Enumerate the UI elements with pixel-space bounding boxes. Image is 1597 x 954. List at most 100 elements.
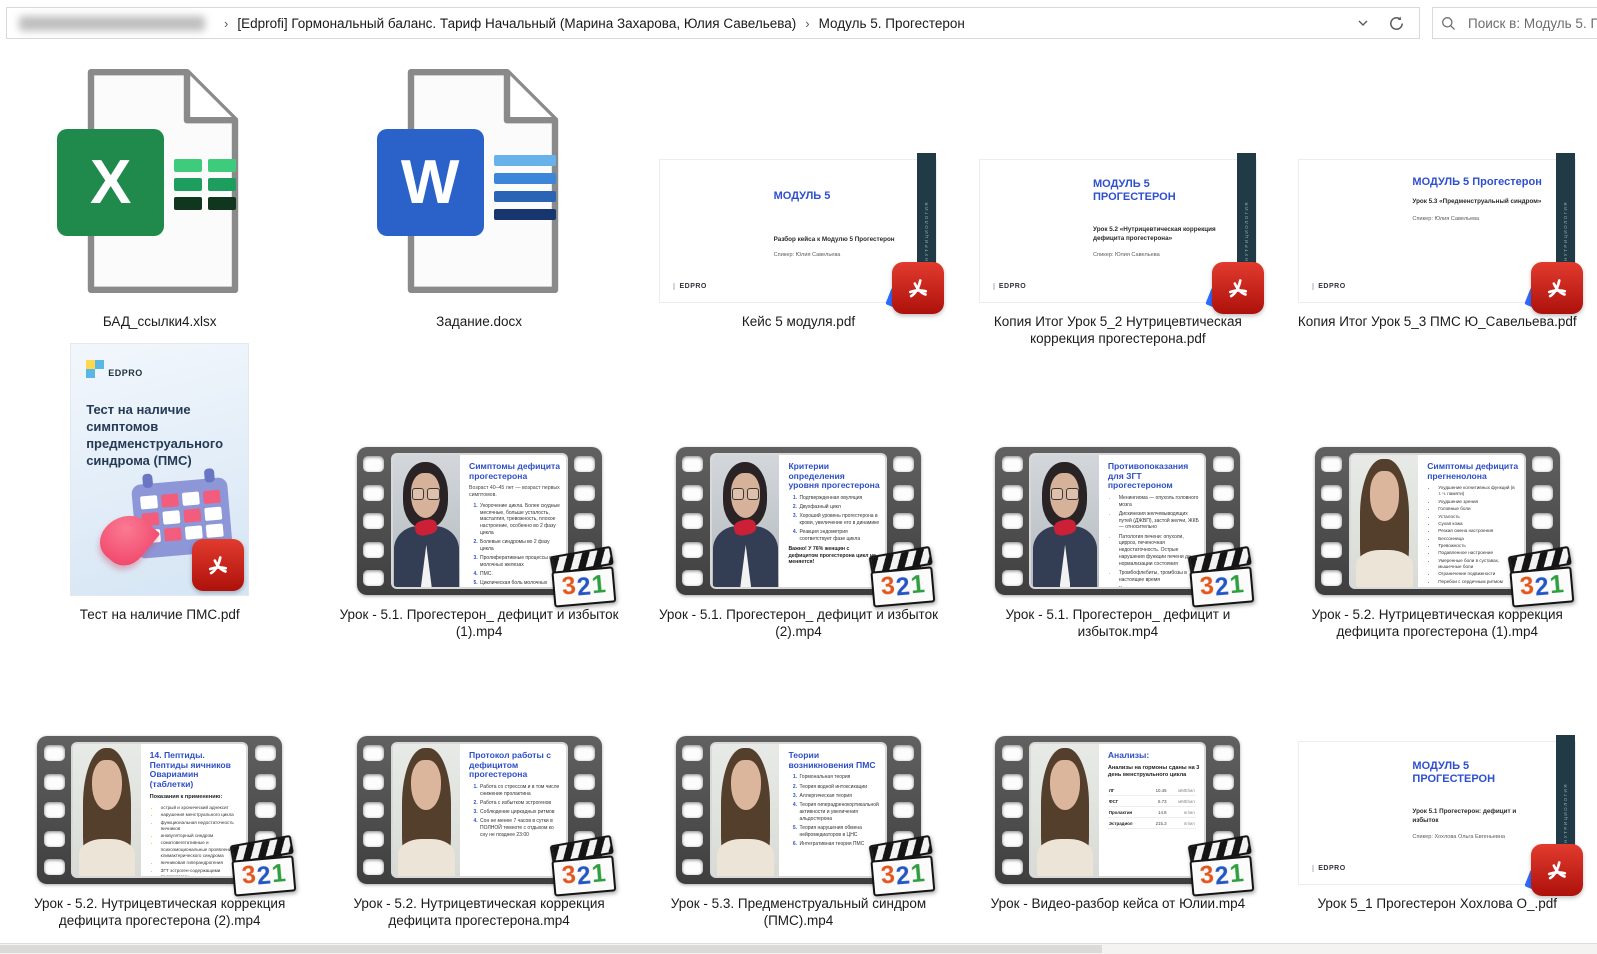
file-name[interactable]: Урок - 5.2. Нутрицевтическая коррекция д… [14, 895, 306, 930]
file-item-docx: W Задание.docx [319, 40, 638, 348]
file-item-pdf: EDPRO Тест на наличие симптомов предменс… [0, 342, 319, 641]
presenter-video-frame [1031, 455, 1098, 587]
file-name[interactable]: Урок - 5.1. Прогестерон_ дефицит и избыт… [652, 606, 944, 641]
address-bar[interactable]: [Edprofi] Гормональный баланс. Тариф Нач… [6, 7, 1420, 39]
file-item-video: Симптомы дефицитапрогестерона Возраст 40… [319, 342, 638, 641]
file-item-video: Протокол работы сдефицитом прогестерона … [319, 732, 638, 930]
film-holes-left [995, 447, 1029, 595]
slide-area: Симптомы дефицитапрогестерона Возраст 40… [460, 455, 566, 587]
slide-area: Протокол работы сдефицитом прогестерона … [460, 744, 566, 876]
breadcrumb-root-redacted[interactable] [19, 16, 205, 31]
refresh-icon[interactable] [1388, 15, 1405, 32]
cover-title: Тест на наличие симптомов предменструаль… [86, 402, 234, 470]
video-thumbnail[interactable]: Анализы: Анализы на гормоны сданы на 3 д… [995, 736, 1240, 884]
film-holes-left [676, 736, 710, 884]
slide-title: МОДУЛЬ 5 [774, 190, 831, 203]
word-file-icon[interactable]: W [377, 67, 582, 302]
file-name[interactable]: БАД_ссылки4.xlsx [103, 313, 217, 330]
file-name[interactable]: Задание.docx [436, 313, 522, 330]
film-holes-left [37, 736, 71, 884]
presenter-video-frame [393, 744, 460, 876]
file-item-video: Симптомы дефицитапрегненолона Ухудшение … [1278, 342, 1597, 641]
word-lines-glyph [494, 155, 556, 220]
film-holes-left [357, 447, 391, 595]
word-logo: W [377, 129, 484, 236]
pdf-badge-icon [892, 262, 944, 314]
slide-subtitle: Урок 5.1 Прогестерон: дефицит и избыток [1412, 808, 1542, 826]
file-item-video: Теории возникновения ПМС Гормональная те… [639, 732, 958, 930]
file-name[interactable]: Урок - 5.2. Нутрицевтическая коррекция д… [1291, 606, 1583, 641]
file-name[interactable]: Тест на наличие ПМС.pdf [80, 606, 240, 623]
presenter-video-frame [1351, 455, 1418, 587]
slide-subtitle: Урок 5.2 «Нутрицевтическая коррекция деф… [1093, 226, 1223, 244]
file-name[interactable]: Урок - 5.1. Прогестерон_ дефицит и избыт… [972, 606, 1264, 641]
film-holes-left [357, 736, 391, 884]
slide-title: МОДУЛЬ 5 Прогестерон [1412, 176, 1541, 189]
slide-speaker: Спикер: Юлия Савельева [1093, 252, 1160, 258]
video-thumbnail[interactable]: Теории возникновения ПМС Гормональная те… [676, 736, 921, 884]
pdf-thumbnail[interactable]: МОДУЛЬ 5 Прогестерон Урок 5.3 «Предменст… [1299, 160, 1575, 302]
slide-subtitle: Разбор кейса к Модулю 5 Прогестерон [774, 236, 904, 245]
file-name[interactable]: Урок - 5.2. Нутрицевтическая коррекция д… [333, 895, 625, 930]
file-name[interactable]: Кейс 5 модуля.pdf [742, 313, 855, 330]
slide-speaker: Спикер: Юлия Савельева [774, 252, 841, 258]
file-name[interactable]: Урок - Видео-разбор кейса от Юлии.mp4 [991, 895, 1246, 912]
file-name[interactable]: Урок - 5.1. Прогестерон_ дефицит и избыт… [333, 606, 625, 641]
video-thumbnail[interactable]: Протокол работы сдефицитом прогестерона … [357, 736, 602, 884]
pdf-thumbnail[interactable]: МОДУЛЬ 5ПРОГЕСТЕРОН Урок 5.2 «Нутрицевти… [980, 160, 1256, 302]
file-name[interactable]: Копия Итог Урок 5_3 ПМС Ю_Савельева.pdf [1298, 313, 1577, 330]
file-item-pdf: МОДУЛЬ 5 Прогестерон Урок 5.3 «Предменст… [1278, 40, 1597, 348]
file-item-pdf: МОДУЛЬ 5 Разбор кейса к Модулю 5 Прогест… [639, 40, 958, 348]
breadcrumb-course-folder[interactable]: [Edprofi] Гормональный баланс. Тариф Нач… [237, 16, 796, 31]
presenter-video-frame [1031, 744, 1098, 876]
media-player-classic-icon: 321 [1188, 546, 1255, 607]
film-holes-left [1315, 447, 1349, 595]
file-item-video: Анализы: Анализы на гормоны сданы на 3 д… [958, 732, 1277, 930]
excel-logo: X [57, 129, 164, 236]
file-name[interactable]: Урок 5_1 Прогестерон Хохлова О_.pdf [1317, 895, 1557, 912]
pdf-thumbnail[interactable]: EDPRO Тест на наличие симптомов предменс… [71, 344, 248, 595]
slide-area: Симптомы дефицитапрегненолона Ухудшение … [1418, 455, 1524, 587]
breadcrumb-separator-icon [805, 16, 809, 31]
edpro-logo: EDPRO [993, 283, 1026, 290]
breadcrumb-separator-icon [224, 16, 228, 31]
video-thumbnail[interactable]: 14. Пептиды.Пептиды яичников Овариамин(т… [37, 736, 282, 884]
analysis-table: ЛГ10.45мМЕ/млФСГ6.73мМЕ/млПролактин14.8н… [1108, 785, 1196, 829]
video-thumbnail[interactable]: Противопоказания для ЗГТпрогестероном Ме… [995, 447, 1240, 595]
video-thumbnail[interactable]: Критерии определенияуровня прогестерона … [676, 447, 921, 595]
presenter-video-frame [712, 455, 779, 587]
pdf-thumbnail[interactable]: МОДУЛЬ 5ПРОГЕСТЕРОН Урок 5.1 Прогестерон… [1299, 742, 1575, 884]
file-item-xlsx: X БАД_ссылки4.xlsx [0, 40, 319, 348]
slide-speaker: Спикер: Хохлова Ольга Евгеньевна [1412, 834, 1505, 840]
edpro-logo: EDPRO [673, 283, 706, 290]
slide-speaker: Спикер: Юлия Савельева [1412, 216, 1479, 222]
film-holes-left [676, 447, 710, 595]
media-player-classic-icon: 321 [549, 835, 616, 896]
video-thumbnail[interactable]: Симптомы дефицитапрогестерона Возраст 40… [357, 447, 602, 595]
excel-file-icon[interactable]: X [57, 67, 262, 302]
media-player-classic-icon: 321 [549, 546, 616, 607]
file-item-pdf: МОДУЛЬ 5ПРОГЕСТЕРОН Урок 5.1 Прогестерон… [1278, 732, 1597, 930]
media-player-classic-icon: 321 [869, 546, 936, 607]
edpro-logo: EDPRO [1312, 865, 1345, 872]
slide-title: МОДУЛЬ 5ПРОГЕСТЕРОН [1093, 178, 1176, 203]
slide-title: МОДУЛЬ 5ПРОГЕСТЕРОН [1412, 760, 1495, 785]
film-holes-left [995, 736, 1029, 884]
horizontal-scrollbar-thumb[interactable] [0, 945, 1102, 953]
pdf-badge-icon [1531, 844, 1583, 896]
search-icon [1441, 16, 1456, 31]
file-item-video: Противопоказания для ЗГТпрогестероном Ме… [958, 342, 1277, 641]
search-box[interactable] [1432, 7, 1597, 39]
edpro-logo: EDPRO [86, 360, 143, 378]
video-thumbnail[interactable]: Симптомы дефицитапрегненолона Ухудшение … [1315, 447, 1560, 595]
breadcrumb-current-folder[interactable]: Модуль 5. Прогестерон [819, 16, 965, 31]
horizontal-scrollbar[interactable] [0, 943, 1597, 954]
excel-sheet-glyph [174, 159, 236, 210]
address-dropdown-chevron-icon[interactable] [1356, 16, 1370, 30]
file-name[interactable]: Урок - 5.3. Предменструальный синдром (П… [652, 895, 944, 930]
search-input[interactable] [1466, 15, 1597, 32]
slide-subtitle: Урок 5.3 «Предменструальный синдром» [1412, 198, 1542, 207]
media-player-classic-icon: 321 [869, 835, 936, 896]
pdf-badge-icon [192, 539, 244, 591]
pdf-thumbnail[interactable]: МОДУЛЬ 5 Разбор кейса к Модулю 5 Прогест… [660, 160, 936, 302]
